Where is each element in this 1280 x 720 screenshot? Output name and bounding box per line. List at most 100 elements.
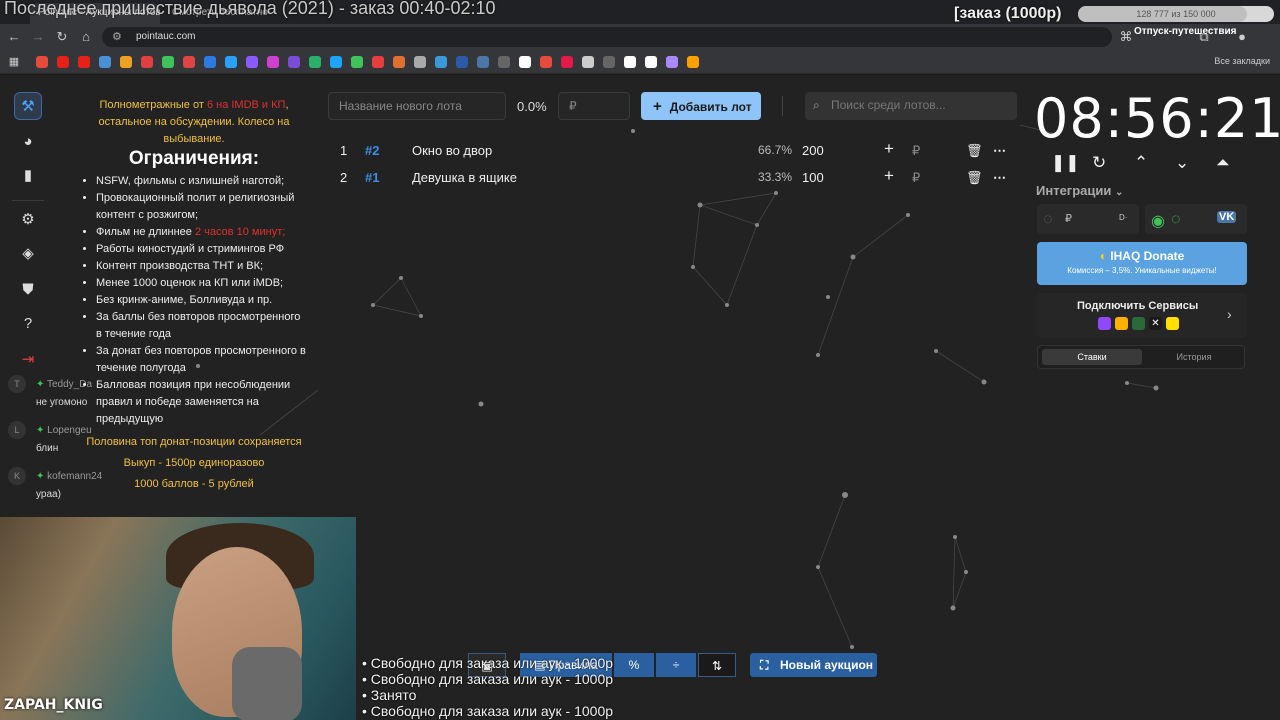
x-icon: ✕ <box>1149 317 1162 330</box>
bookmark-icon[interactable] <box>57 56 69 68</box>
forward-icon[interactable]: → <box>30 29 46 45</box>
lot-index: 1 <box>340 143 348 158</box>
bookmark-icon[interactable] <box>225 56 237 68</box>
bookmark-icon[interactable] <box>330 56 342 68</box>
trash-icon[interactable]: 🗑 <box>966 170 983 186</box>
lot-name-input[interactable]: Название нового лота <box>328 92 506 120</box>
bookmark-icon[interactable] <box>645 56 657 68</box>
rub-icon[interactable]: ₽ <box>912 170 920 186</box>
bookmark-icon[interactable] <box>477 56 489 68</box>
bookmark-icon[interactable] <box>666 56 678 68</box>
wheel-nav-button[interactable]: ◕ <box>14 128 42 156</box>
add-amount-icon[interactable]: + <box>884 166 894 186</box>
add-amount-icon[interactable]: + <box>884 139 894 159</box>
trash-icon[interactable]: 🗑 <box>966 143 983 159</box>
bookmark-icon[interactable] <box>372 56 384 68</box>
lot-row[interactable]: 1 #2 Окно во двор 66.7% 200 + ₽ 🗑 ⋯ <box>328 137 1018 164</box>
more-icon[interactable]: ⋯ <box>993 143 1006 159</box>
bookmark-icon[interactable] <box>624 56 636 68</box>
integration-donation-box[interactable]: ◌ ₽ D· <box>1037 204 1139 234</box>
refresh-green-icon: ◌ <box>1171 211 1181 228</box>
lot-name[interactable]: Девушка в ящике <box>412 170 517 185</box>
layers-nav-button[interactable]: ◈ <box>14 240 42 268</box>
lot-search-input[interactable]: ⌕ Поиск среди лотов... <box>805 92 1017 120</box>
bookmark-icon[interactable] <box>309 56 321 68</box>
bookmark-icon[interactable] <box>687 56 699 68</box>
ukraine-flag-icon: ◐ <box>1099 249 1107 263</box>
integration-streaming-box[interactable]: ◉ ◌ VK <box>1145 204 1247 234</box>
split-icon[interactable]: ÷ <box>656 653 696 677</box>
bookmark-icon[interactable] <box>603 56 615 68</box>
bookmark-icon[interactable] <box>540 56 552 68</box>
tab-bids[interactable]: Ставки <box>1042 349 1142 365</box>
help-nav-button[interactable]: ? <box>14 310 42 338</box>
double-add-icon[interactable]: ⏶ <box>1216 153 1230 173</box>
lot-amount[interactable]: 200 <box>802 143 824 158</box>
lot-row[interactable]: 2 #1 Девушка в ящике 33.3% 100 + ₽ 🗑 ⋯ <box>328 164 1018 191</box>
percent-icon[interactable]: % <box>614 653 654 677</box>
lot-amount[interactable]: 100 <box>802 170 824 185</box>
bookmark-icon[interactable] <box>183 56 195 68</box>
stats-nav-button[interactable]: ▮ <box>14 162 42 190</box>
queue-item: • Свободно для заказа или аук - 1000р <box>362 703 614 719</box>
bookmark-icon[interactable] <box>162 56 174 68</box>
bookmark-icon[interactable] <box>351 56 363 68</box>
bookmark-icon[interactable] <box>561 56 573 68</box>
bookmark-icon[interactable] <box>99 56 111 68</box>
shield-nav-button[interactable]: ⛊ <box>14 276 42 304</box>
home-icon[interactable]: ⌂ <box>78 29 94 45</box>
new-auction-button[interactable]: ⛶ Новый аукцион <box>750 653 877 677</box>
lot-amount-input[interactable]: ₽ <box>558 92 630 120</box>
bookmark-icon[interactable] <box>288 56 300 68</box>
rub-icon[interactable]: ₽ <box>912 143 920 159</box>
bookmark-icon[interactable] <box>141 56 153 68</box>
settings-icon: ⚙ <box>21 211 35 228</box>
auction-nav-button[interactable]: ⚒ <box>14 92 42 120</box>
integrations-toggle[interactable]: Интеграции ⌄ <box>1036 183 1123 198</box>
bookmark-icon[interactable] <box>519 56 531 68</box>
lot-name[interactable]: Окно во двор <box>412 143 492 158</box>
bookmark-icon[interactable] <box>498 56 510 68</box>
bookmark-icon[interactable] <box>204 56 216 68</box>
all-bookmarks[interactable]: Все закладки <box>1214 56 1270 66</box>
progress-text: 128 777 из 150 000 <box>1136 9 1216 19</box>
subtract-time-icon[interactable]: ⌄ <box>1175 153 1189 173</box>
pause-icon[interactable]: ❚❚ <box>1051 153 1080 173</box>
bookmark-icon[interactable] <box>120 56 132 68</box>
translate-icon[interactable]: ⌘ <box>1118 29 1134 45</box>
bookmark-icon[interactable] <box>414 56 426 68</box>
url-field[interactable]: ⚙ pointauc.com <box>102 27 1112 47</box>
rail-divider <box>12 200 44 201</box>
rule-item: Работы киностудий и стримингов РФ <box>96 241 308 258</box>
apps-icon[interactable]: ▦ <box>6 54 22 70</box>
rule-item: Менее 1000 оценок на КП или iMDB; <box>96 275 308 292</box>
lot-percent: 66.7% <box>758 143 793 157</box>
donate-subtitle: Комиссия – 3,5%. Уникальные виджеты! <box>1067 266 1217 275</box>
sort-icon[interactable]: ⇅ <box>698 653 736 677</box>
ihaq-donate-button[interactable]: ◐ IHAQ Donate Комиссия – 3,5%. Уникальны… <box>1037 242 1247 285</box>
bookmark-icon[interactable] <box>456 56 468 68</box>
add-lot-button[interactable]: + Добавить лот <box>641 92 761 120</box>
bookmark-icon[interactable] <box>582 56 594 68</box>
connect-services-button[interactable]: Подключить Сервисы ✕ › <box>1037 293 1247 338</box>
tab-history[interactable]: История <box>1146 349 1242 365</box>
bookmark-icon[interactable] <box>435 56 447 68</box>
bookmark-icon[interactable] <box>246 56 258 68</box>
chat-text: ураа) <box>36 489 61 500</box>
bookmark-icon[interactable] <box>393 56 405 68</box>
donate-title: ◐ IHAQ Donate <box>1099 249 1185 263</box>
settings-nav-button[interactable]: ⚙ <box>14 206 42 234</box>
add-time-icon[interactable]: ⌃ <box>1134 153 1148 173</box>
logout-icon: ⇥ <box>21 351 35 368</box>
back-icon[interactable]: ← <box>6 29 22 45</box>
site-info-icon[interactable]: ⚙ <box>112 30 122 43</box>
vacation-label: Отпуск-путешествия <box>1134 26 1237 37</box>
reload-icon[interactable]: ↻ <box>54 29 70 45</box>
bookmark-icon[interactable] <box>78 56 90 68</box>
reset-icon[interactable]: ↻ <box>1092 153 1106 173</box>
bookmark-icon[interactable] <box>267 56 279 68</box>
bookmark-icon[interactable] <box>36 56 48 68</box>
logout-nav-button[interactable]: ⇥ <box>14 346 42 374</box>
wheel-icon: ◕ <box>23 133 33 150</box>
more-icon[interactable]: ⋯ <box>993 170 1006 186</box>
